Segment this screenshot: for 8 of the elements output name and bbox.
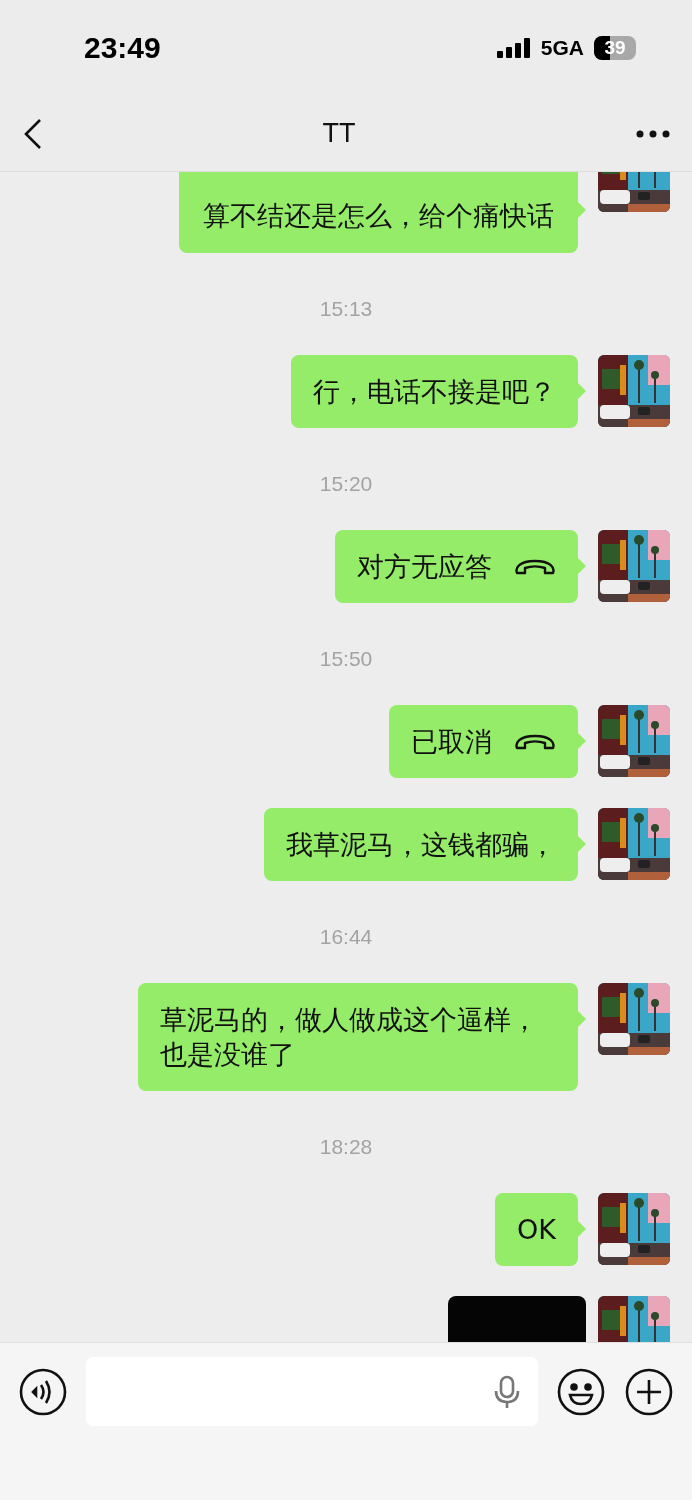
timestamp: 15:13 — [319, 297, 373, 321]
timestamp: 15:50 — [319, 647, 373, 671]
status-time: 23:49 — [84, 31, 161, 65]
timestamp: 18:28 — [319, 1135, 373, 1159]
chat-title: TT — [322, 118, 356, 149]
timestamp: 15:20 — [319, 472, 373, 496]
network-label: 5GA — [540, 36, 584, 60]
timestamp: 16:44 — [319, 925, 373, 949]
